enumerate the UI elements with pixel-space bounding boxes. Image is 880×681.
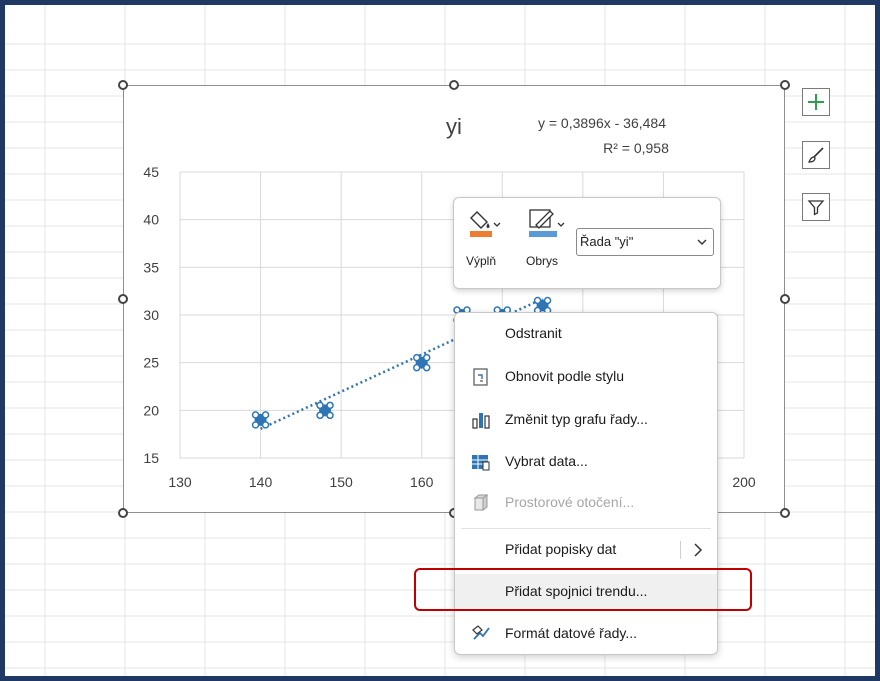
screenshot-frame: 13014015016017018019020015202530354045 y…: [0, 0, 880, 681]
resize-handle-bottom-left[interactable]: [118, 508, 128, 518]
y-tick-label: 25: [143, 355, 159, 371]
chart-elements-button[interactable]: [802, 88, 830, 116]
outline-color-swatch: [529, 231, 557, 237]
menu-item-reset-style[interactable]: Obnovit podle stylu: [455, 359, 717, 395]
data-point[interactable]: [251, 411, 270, 429]
resize-handle-bottom-right[interactable]: [780, 508, 790, 518]
outline-label: Obrys: [526, 254, 559, 268]
trendline-equation: y = 0,3896x - 36,484: [538, 115, 666, 131]
chart-styles-button[interactable]: [802, 141, 830, 169]
y-tick-label: 35: [143, 259, 159, 275]
resize-handle-top[interactable]: [449, 80, 459, 90]
menu-item-label: Vybrat data...: [505, 453, 588, 469]
resize-handle-top-left[interactable]: [118, 80, 128, 90]
menu-item-label: Změnit typ grafu řady...: [505, 411, 648, 427]
format-series-icon: [472, 625, 490, 640]
series-select-value: Řada "yi": [580, 234, 634, 249]
data-point[interactable]: [412, 353, 431, 372]
menu-item-label: Formát datové řady...: [505, 625, 638, 641]
resize-handle-left[interactable]: [118, 294, 128, 304]
select-data-icon: [472, 455, 490, 471]
x-tick-label: 160: [410, 474, 434, 490]
data-point[interactable]: [316, 401, 334, 420]
y-tick-label: 20: [143, 402, 159, 418]
x-tick-label: 140: [249, 474, 273, 490]
trendline-r-squared: R² = 0,958: [603, 140, 669, 156]
y-tick-label: 40: [143, 212, 159, 228]
menu-item-delete[interactable]: Odstranit: [455, 316, 717, 352]
chart-type-icon: [472, 413, 490, 429]
3d-rotation-icon: [473, 494, 489, 511]
menu-item-add-data-labels[interactable]: Přidat popisky dat: [455, 532, 717, 568]
highlight-box: [414, 568, 752, 611]
menu-item-label: Přidat popisky dat: [505, 541, 617, 557]
plus-icon: [808, 94, 824, 110]
chart-filters-button[interactable]: [802, 193, 830, 221]
x-tick-label: 150: [329, 474, 353, 490]
menu-item-select-data[interactable]: Vybrat data...: [455, 444, 717, 480]
brush-icon: [807, 147, 824, 163]
resize-handle-right[interactable]: [780, 294, 790, 304]
resize-handle-top-right[interactable]: [780, 80, 790, 90]
menu-item-label: Obnovit podle stylu: [505, 368, 625, 384]
chevron-right-icon[interactable]: [693, 543, 703, 557]
chevron-down-icon: [697, 239, 707, 245]
menu-item-label: Odstranit: [505, 325, 562, 341]
chart-title: yi: [446, 114, 462, 139]
y-tick-label: 30: [143, 307, 159, 323]
menu-item-3d-rotation[interactable]: Prostorové otočení...: [455, 485, 717, 521]
fill-label: Výplň: [466, 254, 497, 268]
fill-button[interactable]: [464, 206, 514, 246]
pen-outline-icon: [529, 209, 565, 237]
x-tick-label: 130: [168, 474, 192, 490]
x-tick-label: 200: [732, 474, 756, 490]
y-tick-label: 15: [143, 450, 159, 466]
menu-item-label: Prostorové otočení...: [505, 494, 635, 510]
series-select-dropdown[interactable]: Řada "yi": [576, 228, 714, 256]
menu-item-change-chart-type[interactable]: Změnit typ grafu řady...: [455, 402, 717, 438]
format-mini-toolbar: Výplň Obrys Řada "yi": [453, 197, 721, 289]
paint-bucket-icon: [470, 211, 501, 237]
y-tick-label: 45: [143, 164, 159, 180]
reset-style-icon: [473, 368, 488, 386]
menu-item-format-data-series[interactable]: Formát datové řady...: [455, 616, 717, 652]
submenu-divider: [680, 541, 681, 559]
outline-button[interactable]: [524, 206, 574, 246]
menu-divider: [461, 528, 711, 529]
fill-color-swatch: [470, 231, 492, 237]
filter-icon: [807, 200, 825, 216]
